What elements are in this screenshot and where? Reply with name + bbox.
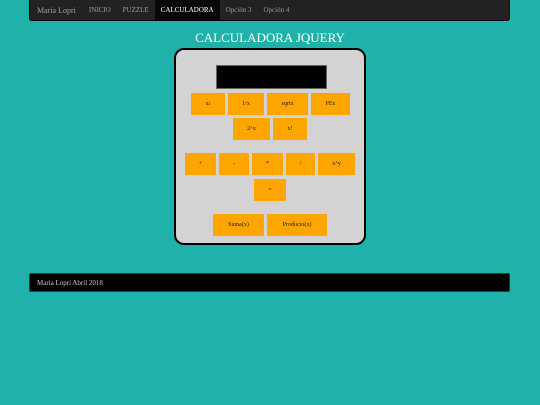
equals-button[interactable]: = [254, 179, 286, 201]
pex-button[interactable]: PEx [311, 93, 350, 115]
nav-item-calculadora[interactable]: CALCULADORA [154, 0, 220, 20]
nav-item-opcion-3[interactable]: Opción 3 [220, 0, 258, 20]
nav-item-opcion-4[interactable]: Opción 4 [257, 0, 295, 20]
product-button[interactable]: Producto(x) [267, 214, 327, 236]
power-button[interactable]: x^y [318, 153, 355, 175]
factorial-button[interactable]: x! [273, 118, 307, 140]
navbar-brand[interactable]: Maria Lopri [30, 0, 83, 20]
footer-text: Maria Lopri Abril 2018 [37, 278, 103, 287]
square-button[interactable]: x2 [191, 93, 225, 115]
calculator-panel: x2 1/x sqrtx PEx 2^x x! + - * / x^y = Su… [174, 48, 366, 245]
nav-item-inicio[interactable]: INICIO [83, 0, 117, 20]
add-button[interactable]: + [185, 153, 216, 175]
divide-button[interactable]: / [286, 153, 315, 175]
sqrt-button[interactable]: sqrtx [267, 93, 308, 115]
inverse-button[interactable]: 1/x [228, 93, 264, 115]
square-button-exponent: 2 [208, 101, 211, 106]
multiply-button[interactable]: * [252, 153, 283, 175]
sum-button[interactable]: Suma(x) [213, 214, 264, 236]
calculator-display[interactable] [216, 65, 327, 89]
pow2-button[interactable]: 2^x [233, 118, 270, 140]
nav-item-puzzle[interactable]: PUZZLE [117, 0, 155, 20]
page-title: CALCULADORA JQUERY [195, 30, 345, 45]
navbar: Maria Lopri INICIO PUZZLE CALCULADORA Op… [29, 0, 510, 21]
subtract-button[interactable]: - [219, 153, 249, 175]
footer: Maria Lopri Abril 2018 [29, 273, 510, 292]
